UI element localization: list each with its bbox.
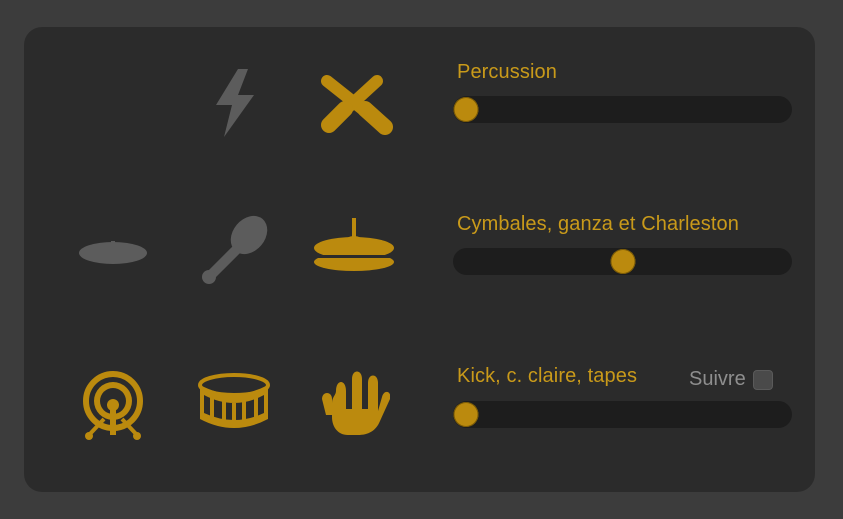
handclap-icon[interactable]	[210, 67, 260, 139]
shaker-icon[interactable]	[319, 73, 393, 135]
percussion-slider[interactable]	[453, 96, 792, 123]
crash-cymbal-icon[interactable]	[78, 233, 148, 267]
percussion-label: Percussion	[457, 61, 557, 83]
kick-snare-claps-label: Kick, c. claire, tapes	[457, 365, 638, 387]
cymbals-slider-knob[interactable]	[610, 249, 635, 274]
drummer-pieces-panel: Percussion Cymbales, ganza et Charleston…	[24, 27, 815, 492]
maracas-icon[interactable]	[199, 213, 271, 285]
percussion-slider-knob[interactable]	[453, 97, 479, 122]
follow-toggle[interactable]: Suivre	[689, 368, 773, 391]
follow-label: Suivre	[689, 368, 746, 390]
follow-checkbox[interactable]	[752, 369, 773, 390]
snare-drum-icon[interactable]	[198, 373, 270, 433]
kick-snare-claps-slider-knob[interactable]	[453, 402, 479, 427]
cymbals-label: Cymbales, ganza et Charleston	[457, 213, 739, 235]
kick-snare-claps-slider[interactable]	[453, 401, 792, 428]
hihat-icon[interactable]	[313, 218, 395, 272]
hand-clap-icon[interactable]	[322, 369, 390, 435]
cymbals-slider[interactable]	[453, 248, 792, 275]
kick-drum-icon[interactable]	[82, 369, 144, 441]
